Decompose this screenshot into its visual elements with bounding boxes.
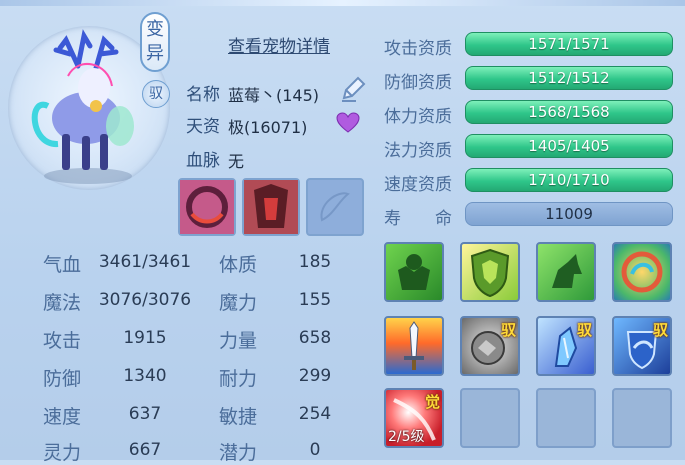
stat-label-hp: 气血 [43,254,82,276]
stat-value-constitution: 185 [298,252,332,272]
aptitude-defense-bar: 1512/1512 [465,66,673,90]
tamed-tag: 驭 [500,321,516,339]
skill-slot-empty-11[interactable] [536,388,596,448]
empty-slot-icon [320,192,350,222]
stat-value-defense: 1340 [123,366,167,386]
stat-value-spirit: 667 [128,440,162,460]
rename-pencil-icon[interactable] [338,74,368,104]
equipment-slot-collar[interactable] [178,178,236,236]
lifespan-label: 寿 命 [384,209,452,229]
shield-skill-icon [470,248,510,298]
skill-slot-empty-10[interactable] [460,388,520,448]
view-pet-details-link[interactable]: 查看宠物详情 [228,32,330,57]
stat-value-attack: 1915 [123,328,167,348]
horse-skill-icon [552,254,582,288]
stat-value-potential: 0 [309,440,321,460]
pet-name-value: 蓝莓丶(145) [228,86,320,105]
aptitude-stamina-label: 体力资质 [384,107,452,127]
skill-slot-4[interactable] [612,242,672,302]
stat-label-agility: 敏捷 [219,406,258,428]
skill-slot-1[interactable] [384,242,444,302]
stat-label-spirit: 灵力 [43,442,82,464]
strength-skill-icon [398,254,430,290]
awaken-level-text: 2/5级 [388,429,425,445]
skill-slot-empty-12[interactable] [612,388,672,448]
skill-slot-3[interactable] [536,242,596,302]
aptitude-stamina-bar: 1568/1568 [465,100,673,124]
stat-value-speed: 637 [128,404,162,424]
stat-label-mp: 魔法 [43,292,82,314]
tamed-badge: 驭 [142,80,170,108]
name-label: 名称 [186,85,220,105]
stat-value-strength: 658 [298,328,332,348]
equipment-slot-empty[interactable] [306,178,364,236]
stat-value-mp: 3076/3076 [98,290,192,310]
stat-label-magic: 魔力 [219,292,258,314]
stat-label-constitution: 体质 [219,254,258,276]
elemental-orb-skill-icon [621,251,663,293]
aptitude-attack-label: 攻击资质 [384,39,452,59]
stat-value-agility: 254 [298,404,332,424]
awaken-tag: 觉 [424,393,440,411]
aptitude-magic-bar: 1405/1405 [465,134,673,158]
stat-label-speed: 速度 [43,406,82,428]
tamed-tag: 驭 [652,321,668,339]
aptitude-value: 极(16071) [228,118,308,137]
stat-value-magic: 155 [298,290,332,310]
skill-slot-6[interactable]: 驭 [460,316,520,376]
aptitude-attack-bar: 1571/1571 [465,32,673,56]
stat-label-potential: 潜力 [219,442,258,464]
skill-slot-8[interactable]: 驭 [612,316,672,376]
aptitude-defense-label: 防御资质 [384,73,452,93]
stat-label-defense: 防御 [43,368,82,390]
skill-slot-5[interactable] [384,316,444,376]
lifespan-bar: 11009 [465,202,673,226]
aptitude-label: 天资 [186,117,220,137]
tamed-tag: 驭 [576,321,592,339]
bloodline-value: 无 [228,152,245,171]
skill-slot-2[interactable] [460,242,520,302]
window-top-border [0,0,685,6]
variant-badge: 变异 [140,12,170,72]
stat-label-strength: 力量 [219,330,258,352]
heart-icon[interactable] [336,112,360,134]
sword-skill-icon [404,321,424,370]
collar-item-icon [180,180,234,234]
bloodline-label: 血脉 [186,151,220,171]
aptitude-speed-bar: 1710/1710 [465,168,673,192]
skill-slot-9[interactable]: 觉 2/5级 [384,388,444,448]
stat-value-hp: 3461/3461 [98,252,192,272]
stat-label-attack: 攻击 [43,330,82,352]
skill-slot-7[interactable]: 驭 [536,316,596,376]
stat-label-endurance: 耐力 [219,368,258,390]
stat-value-endurance: 299 [298,366,332,386]
equipment-slot-armor[interactable] [242,178,300,236]
armor-item-icon [244,180,298,234]
aptitude-magic-label: 法力资质 [384,141,452,161]
aptitude-speed-label: 速度资质 [384,175,452,195]
